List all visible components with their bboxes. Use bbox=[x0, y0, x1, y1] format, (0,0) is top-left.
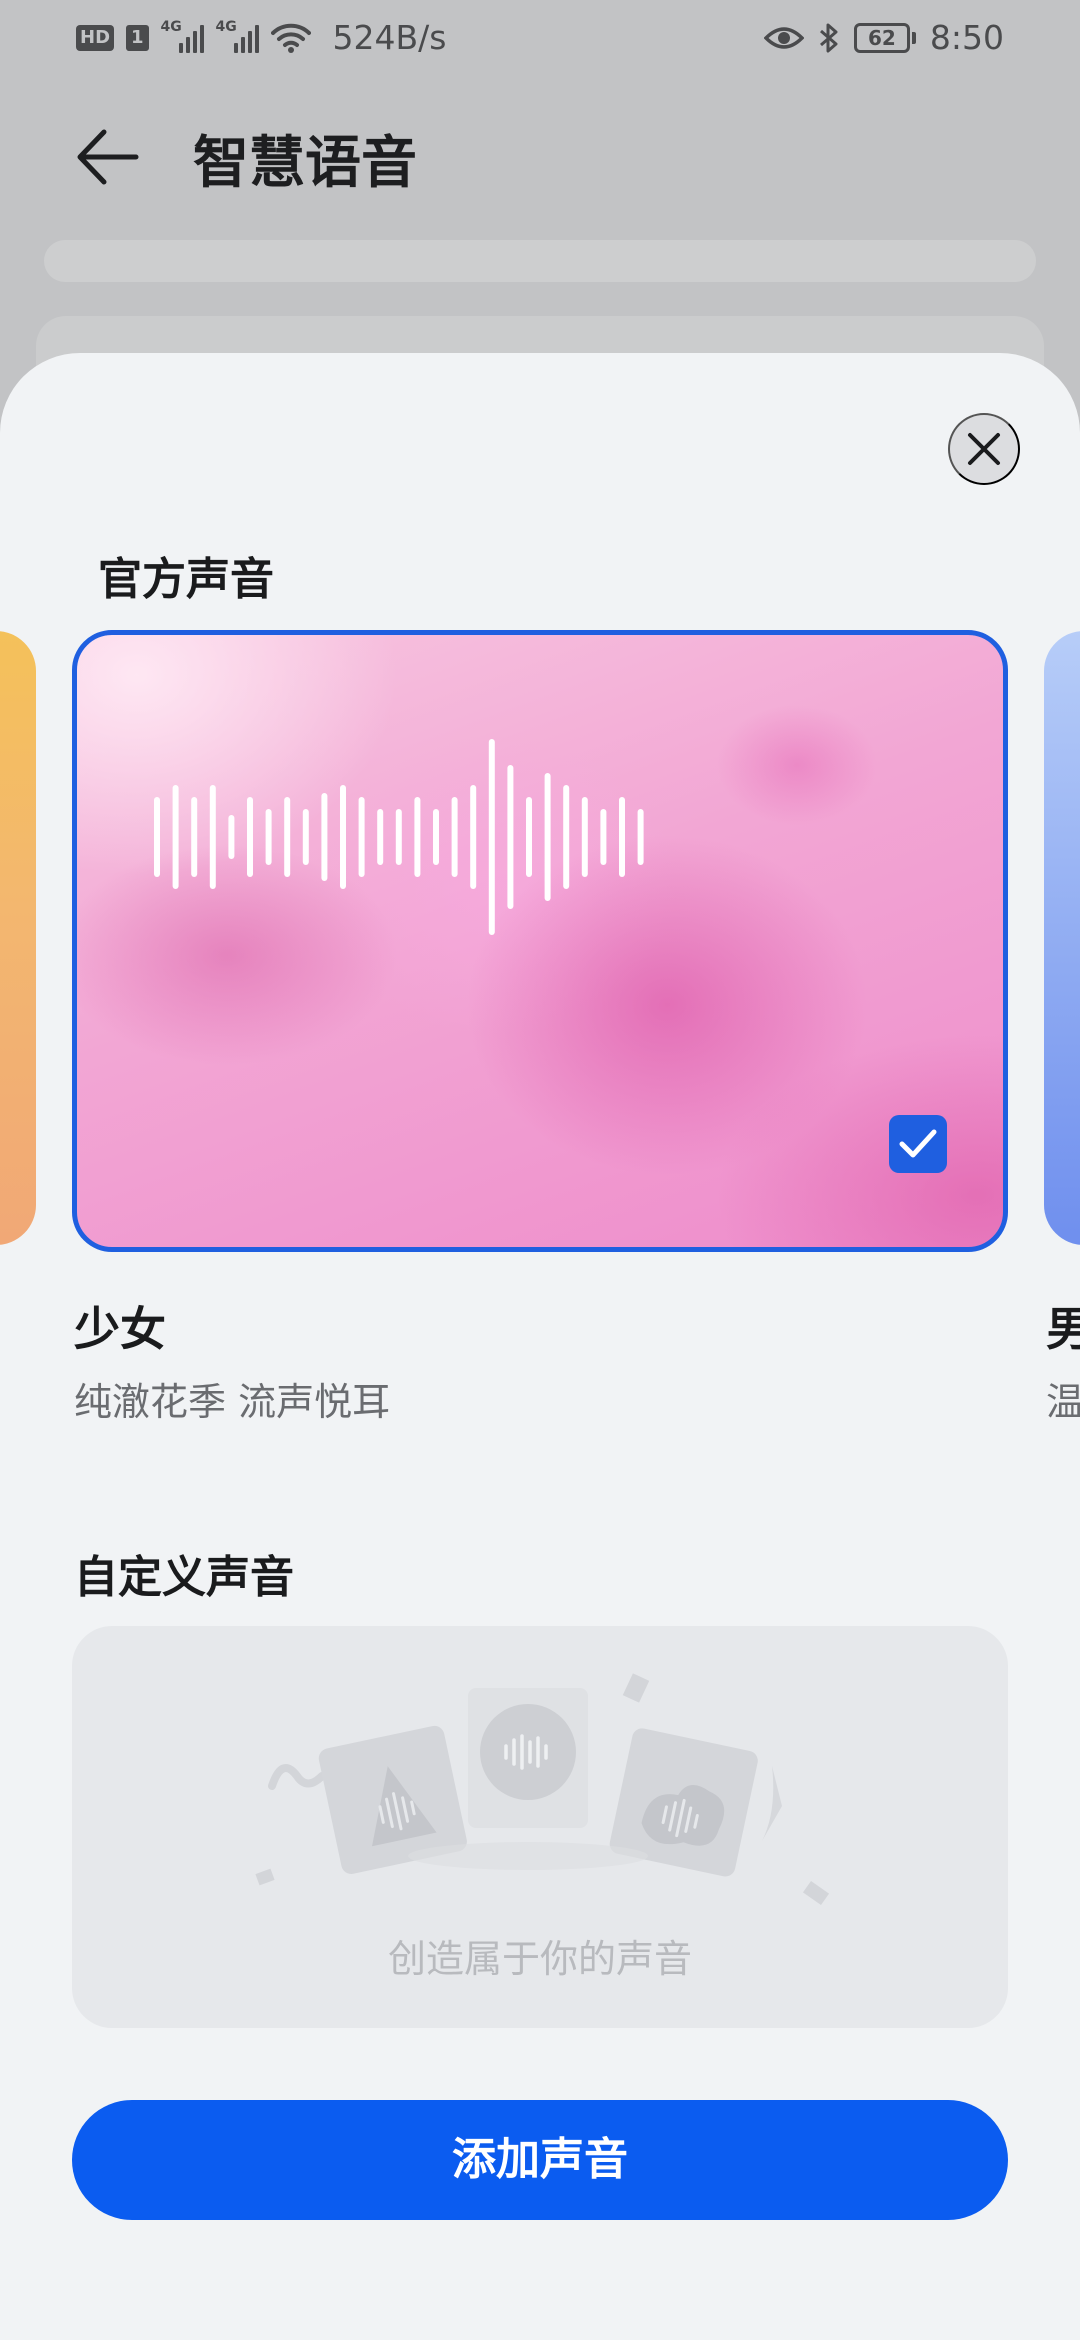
battery-icon: 62 bbox=[853, 22, 916, 53]
header: 智慧语音 bbox=[0, 100, 1080, 220]
battery-level: 62 bbox=[853, 22, 910, 53]
waveform-bar bbox=[433, 809, 439, 865]
waveform-bar bbox=[209, 785, 216, 889]
waveform-bar bbox=[544, 773, 551, 901]
next-voice-name: 男 bbox=[1046, 1302, 1080, 1356]
bluetooth-icon bbox=[819, 23, 838, 52]
waveform-bar bbox=[265, 809, 272, 865]
close-button[interactable] bbox=[948, 413, 1020, 485]
waveform-bar bbox=[395, 809, 402, 865]
waveform-bar bbox=[377, 809, 384, 865]
status-left: HD 1 4G 4G 524B/s bbox=[76, 18, 446, 57]
voice-card-selected[interactable] bbox=[72, 630, 1008, 1252]
signal-icon-2: 4G bbox=[216, 19, 259, 53]
waveform-bar bbox=[228, 815, 235, 859]
screen: HD 1 4G 4G 524B/s 62 8:50 智慧语音 官方声音 男 温 … bbox=[0, 0, 1080, 2340]
custom-voice-hint: 创造属于你的声音 bbox=[387, 1937, 692, 1981]
background-list-item bbox=[44, 240, 1036, 282]
status-bar: HD 1 4G 4G 524B/s 62 8:50 bbox=[0, 0, 1080, 80]
waveform-bar bbox=[358, 797, 365, 877]
checkmark-icon bbox=[899, 1129, 937, 1158]
next-voice-description: 温 bbox=[1046, 1380, 1080, 1424]
eye-comfort-icon bbox=[763, 26, 804, 49]
waveform-bar bbox=[637, 809, 644, 865]
network-speed: 524B/s bbox=[332, 18, 447, 57]
selected-checkbox[interactable] bbox=[889, 1115, 947, 1173]
voice-name: 少女 bbox=[74, 1302, 166, 1356]
signal-icon: 4G bbox=[161, 19, 204, 53]
waveform-bar bbox=[247, 797, 253, 877]
voice-cards-illustration-icon bbox=[255, 1673, 830, 1906]
network-type-label-2: 4G bbox=[215, 18, 237, 35]
back-arrow-icon[interactable] bbox=[72, 122, 142, 192]
add-voice-button[interactable]: 添加声音 bbox=[72, 2100, 1008, 2220]
voice-description: 纯澈花季 流声悦耳 bbox=[74, 1380, 391, 1424]
waveform-bar bbox=[172, 785, 179, 889]
previous-voice-card[interactable] bbox=[0, 631, 36, 1245]
clock: 8:50 bbox=[929, 18, 1004, 57]
waveform-bar bbox=[414, 797, 421, 877]
close-icon bbox=[968, 433, 1000, 465]
hd-badge: HD bbox=[76, 24, 115, 51]
voice-selection-sheet: 官方声音 男 温 少女 纯澈花季 流声悦耳 自定义声音 创造属于你的声音 添加声… bbox=[0, 353, 1080, 2340]
waveform-bar bbox=[488, 739, 495, 935]
custom-voice-card[interactable]: 创造属于你的声音 bbox=[72, 1626, 1008, 2028]
waveform-bar bbox=[451, 797, 458, 877]
sim-badge: 1 bbox=[126, 24, 149, 51]
waveform-icon bbox=[154, 739, 644, 935]
waveform-bar bbox=[302, 809, 309, 865]
waveform-bar bbox=[619, 797, 625, 877]
page-title: 智慧语音 bbox=[193, 131, 417, 196]
official-voices-title: 官方声音 bbox=[98, 554, 274, 605]
waveform-bar bbox=[340, 785, 346, 889]
waveform-bar bbox=[470, 785, 477, 889]
waveform-bar bbox=[507, 765, 514, 909]
waveform-bar bbox=[563, 785, 570, 889]
waveform-bar bbox=[600, 809, 607, 865]
waveform-bar bbox=[321, 793, 328, 881]
waveform-bar bbox=[191, 797, 198, 877]
waveform-bar bbox=[526, 797, 532, 877]
waveform-bar bbox=[581, 797, 588, 877]
waveform-bar bbox=[284, 797, 291, 877]
waveform-bar bbox=[154, 797, 160, 877]
network-type-label: 4G bbox=[160, 18, 182, 35]
next-voice-card[interactable] bbox=[1044, 631, 1080, 1245]
custom-voices-title: 自定义声音 bbox=[74, 1552, 294, 1603]
status-right: 62 8:50 bbox=[763, 18, 1004, 57]
wifi-icon bbox=[270, 23, 311, 53]
